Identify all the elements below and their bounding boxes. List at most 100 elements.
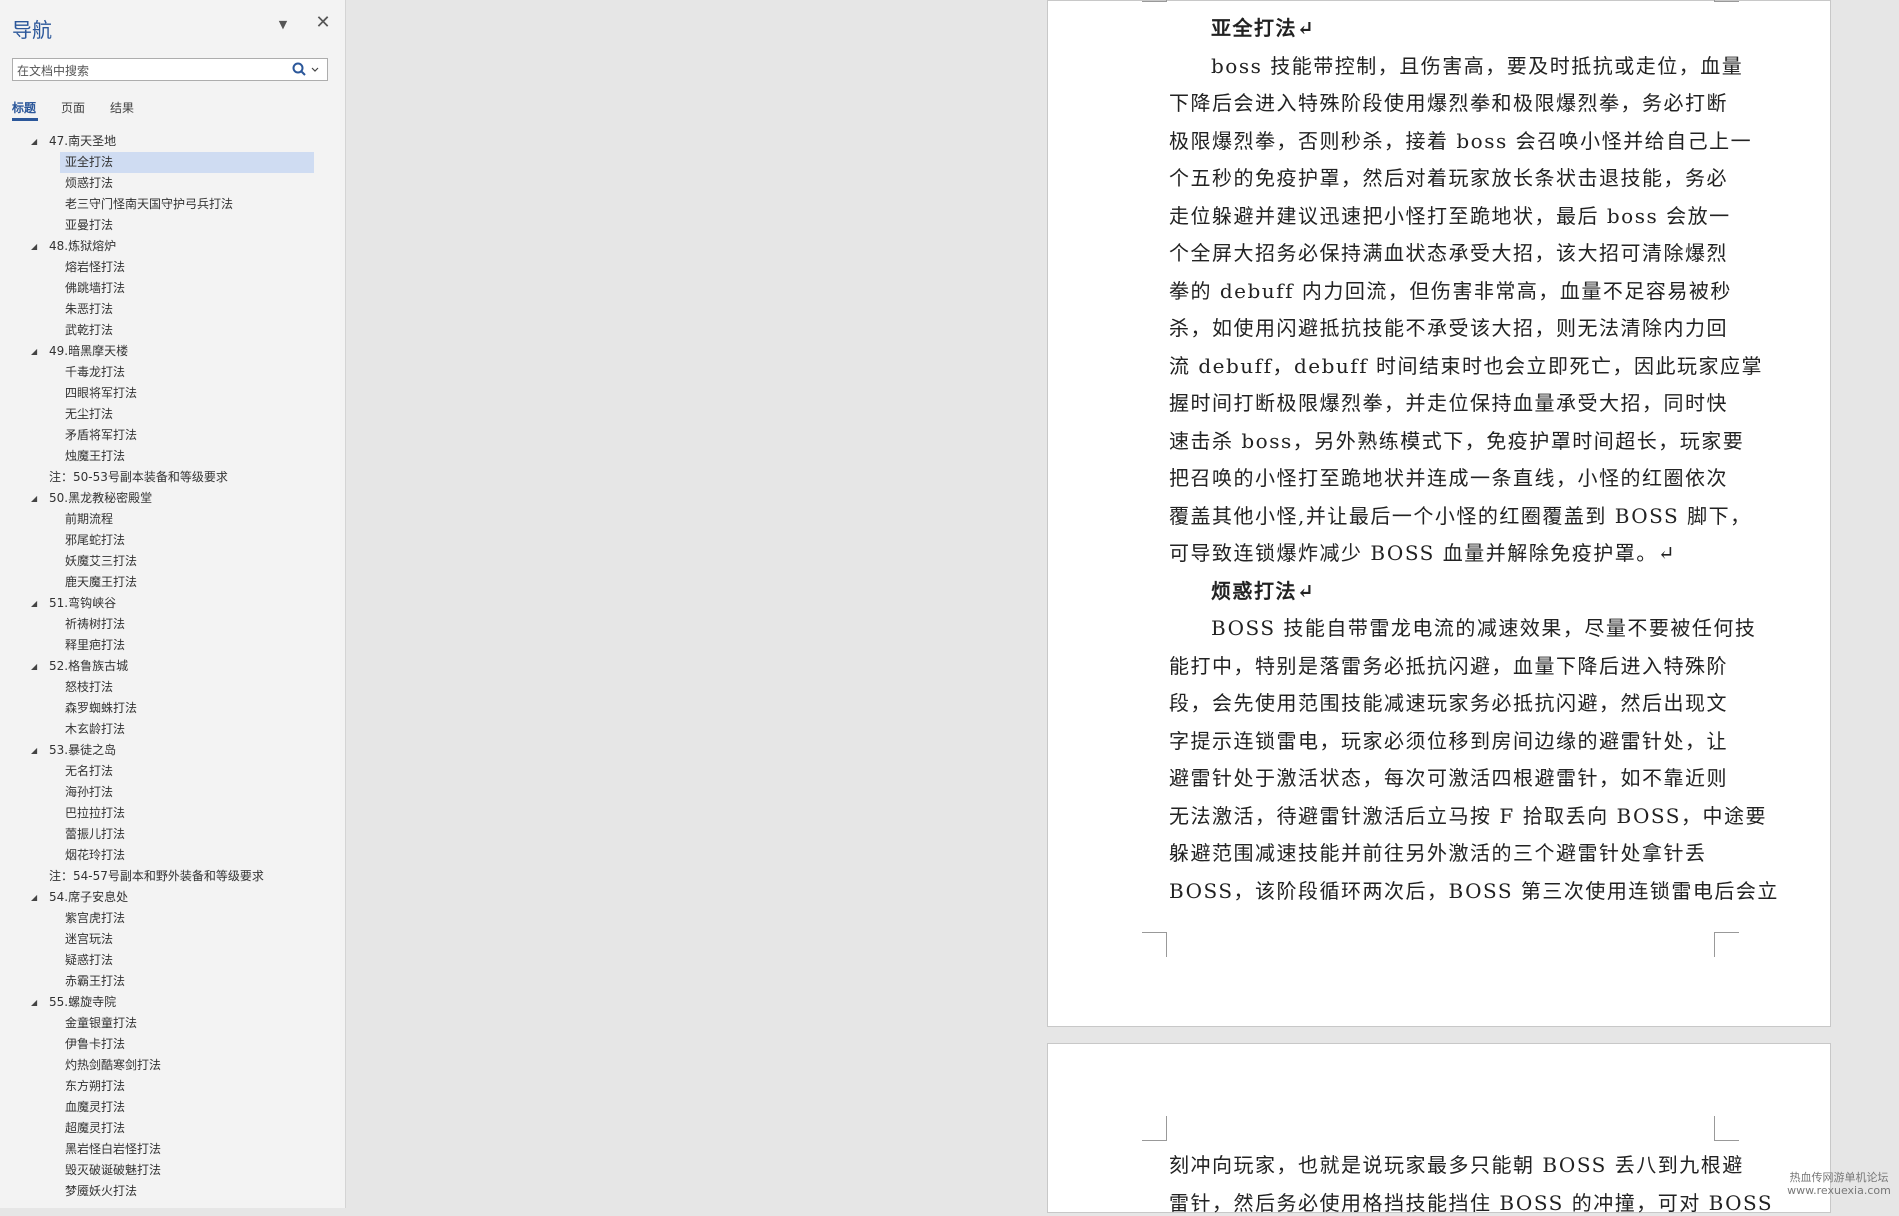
doc-paragraph-line: BOSS 技能自带雷龙电流的减速效果，尽量不要被任何技 xyxy=(1211,616,1757,640)
nav-heading-level2[interactable]: 伊鲁卡打法 xyxy=(60,1034,125,1055)
document-page-2 xyxy=(1047,1043,1831,1213)
nav-heading-level2[interactable]: 血魔灵打法 xyxy=(60,1097,125,1118)
nav-heading-level1[interactable]: 48.炼狱熔炉 xyxy=(48,236,116,257)
doc-paragraph-line: 躲避范围减速技能并前往另外激活的三个避雷针处拿针丢 xyxy=(1169,841,1707,865)
search-icon[interactable] xyxy=(289,61,323,78)
nav-heading-level2[interactable]: 矛盾将军打法 xyxy=(60,425,137,446)
nav-heading-level2[interactable]: 黑岩怪白岩怪打法 xyxy=(60,1139,161,1160)
nav-heading-level2[interactable]: 释里疤打法 xyxy=(60,635,125,656)
doc-paragraph-line: 拳的 debuff 内力回流，但伤害非常高，血量不足容易被秒 xyxy=(1169,278,1732,303)
chevron-down-icon[interactable]: ▼ xyxy=(276,18,290,32)
collapse-triangle-icon[interactable]: ◢ xyxy=(31,740,41,761)
nav-heading-level2[interactable]: 烛魔王打法 xyxy=(60,446,125,467)
doc-heading: 亚全打法↵ xyxy=(1211,16,1316,40)
nav-heading-level2[interactable]: 亚曼打法 xyxy=(60,215,113,236)
collapse-triangle-icon[interactable]: ◢ xyxy=(31,488,41,509)
tab-pages[interactable]: 页面 xyxy=(61,99,85,116)
nav-heading-level2[interactable]: 佛跳墙打法 xyxy=(60,278,125,299)
crop-mark xyxy=(1142,0,1167,2)
nav-heading-level1[interactable]: 52.格鲁族古城 xyxy=(48,656,128,677)
nav-heading-level2[interactable]: 灼热剑酷寒剑打法 xyxy=(60,1055,161,1076)
tab-results[interactable]: 结果 xyxy=(110,99,134,116)
nav-heading-level1[interactable]: 50.黑龙教秘密殿堂 xyxy=(48,488,152,509)
watermark-line2: www.rexuexia.com xyxy=(1787,1184,1891,1197)
crop-mark xyxy=(1142,932,1167,957)
nav-heading-level2[interactable]: 武乾打法 xyxy=(60,320,113,341)
crop-mark xyxy=(1714,1116,1739,1141)
nav-heading-level1[interactable]: 55.螺旋寺院 xyxy=(48,992,116,1013)
doc-paragraph-line: 下降后会进入特殊阶段使用爆烈拳和极限爆烈拳，务必打断 xyxy=(1169,91,1728,115)
nav-heading-level2[interactable]: 木玄龄打法 xyxy=(60,719,125,740)
nav-heading-level2[interactable]: 无名打法 xyxy=(60,761,113,782)
nav-heading-level2[interactable]: 梦魇妖火打法 xyxy=(60,1181,137,1202)
nav-heading-level2[interactable]: 迷宫玩法 xyxy=(60,929,113,950)
nav-heading-level2[interactable]: 亚全打法 xyxy=(60,152,314,173)
nav-heading-level1[interactable]: 49.暗黑摩天楼 xyxy=(48,341,128,362)
collapse-triangle-icon[interactable]: ◢ xyxy=(31,656,41,677)
nav-heading-level1[interactable]: 54.席子安息处 xyxy=(48,887,128,908)
close-icon[interactable]: ✕ xyxy=(315,14,331,32)
doc-paragraph-line: 个五秒的免疫护罩，然后对着玩家放长条状击退技能，务必 xyxy=(1169,166,1728,190)
doc-paragraph-line: 字提示连锁雷电，玩家必须位移到房间边缘的避雷针处，让 xyxy=(1169,728,1728,753)
nav-heading-level2[interactable]: 四眼将军打法 xyxy=(60,383,137,404)
nav-heading-level2[interactable]: 前期流程 xyxy=(60,509,113,530)
nav-heading-level2[interactable]: 祈祷树打法 xyxy=(60,614,125,635)
doc-paragraph-line: 杀，如使用闪避抵抗技能不承受该大招，则无法清除内力回 xyxy=(1169,316,1728,340)
collapse-triangle-icon[interactable]: ◢ xyxy=(31,236,41,257)
nav-heading-level2[interactable]: 鹿天魔王打法 xyxy=(60,572,137,593)
doc-paragraph-line: BOSS，该阶段循环两次后，BOSS 第三次使用连锁雷电后会立 xyxy=(1169,878,1779,903)
doc-paragraph-line: boss 技能带控制，且伤害高，要及时抵抗或走位，血量 xyxy=(1211,53,1744,78)
nav-heading-level1[interactable]: 注：50-53号副本装备和等级要求 xyxy=(48,467,228,488)
nav-heading-level2[interactable]: 紫宫虎打法 xyxy=(60,908,125,929)
nav-heading-level2[interactable]: 毁灭破诞破魅打法 xyxy=(60,1160,161,1181)
nav-heading-level2[interactable]: 海孙打法 xyxy=(60,782,113,803)
doc-paragraph-line: 覆盖其他小怪,并让最后一个小怪的红圈覆盖到 BOSS 脚下， xyxy=(1169,503,1752,528)
crop-mark xyxy=(1714,932,1739,957)
nav-heading-level2[interactable]: 烦惑打法 xyxy=(60,173,113,194)
search-box[interactable]: 在文档中搜索 xyxy=(12,58,328,81)
nav-heading-level2[interactable]: 怒枝打法 xyxy=(60,677,113,698)
doc-paragraph-line: 走位躲避并建议迅速把小怪打至跪地状，最后 boss 会放一 xyxy=(1169,203,1731,228)
search-input[interactable]: 在文档中搜索 xyxy=(17,62,89,79)
navigation-pane: 导航 ▼ ✕ 在文档中搜索 标题 页面 结果 ◢ 47.南天圣地 亚全打法 烦惑打法老… xyxy=(0,0,346,1208)
doc-paragraph-line: 极限爆烈拳，否则秒杀，接着 boss 会召唤小怪并给自己上一 xyxy=(1169,128,1753,153)
nav-heading-level2[interactable]: 超魔灵打法 xyxy=(60,1118,125,1139)
nav-heading-level1[interactable]: 51.弯钩峡谷 xyxy=(48,593,116,614)
doc-paragraph-line: 段，会先使用范围技能减速玩家务必抵抗闪避，然后出现文 xyxy=(1169,691,1728,715)
nav-heading-level1[interactable]: 47.南天圣地 xyxy=(48,131,116,152)
nav-heading-level2[interactable]: 熔岩怪打法 xyxy=(60,257,125,278)
nav-heading-level1[interactable]: 注：54-57号副本和野外装备和等级要求 xyxy=(48,866,264,887)
nav-heading-level2[interactable]: 无尘打法 xyxy=(60,404,113,425)
crop-mark xyxy=(1714,0,1739,2)
nav-heading-level2[interactable]: 朱恶打法 xyxy=(60,299,113,320)
collapse-triangle-icon[interactable]: ◢ xyxy=(31,593,41,614)
nav-heading-level2[interactable]: 巴拉拉打法 xyxy=(60,803,125,824)
doc-paragraph-line: 能打中，特别是落雷务必抵抗闪避，血量下降后进入特殊阶 xyxy=(1169,653,1728,678)
nav-heading-level2[interactable]: 赤霸王打法 xyxy=(60,971,125,992)
nav-heading-level2[interactable]: 金童银童打法 xyxy=(60,1013,137,1034)
collapse-triangle-icon[interactable]: ◢ xyxy=(31,887,41,908)
nav-heading-level2[interactable]: 烟花玲打法 xyxy=(60,845,125,866)
nav-heading-level2[interactable]: 邪尾蛇打法 xyxy=(60,530,125,551)
collapse-triangle-icon[interactable]: ◢ xyxy=(31,341,41,362)
nav-heading-level2[interactable]: 疑惑打法 xyxy=(60,950,113,971)
doc-paragraph-line: 无法激活，待避雷针激活后立马按 F 拾取丢向 BOSS，中途要 xyxy=(1169,803,1767,828)
nav-heading-level2[interactable]: 东方朔打法 xyxy=(60,1076,125,1097)
nav-heading-level2[interactable]: 蕾振儿打法 xyxy=(60,824,125,845)
collapse-triangle-icon[interactable]: ◢ xyxy=(31,131,41,152)
doc-paragraph-line: 流 debuff，debuff 时间结束时也会立即死亡，因此玩家应掌 xyxy=(1169,353,1763,378)
nav-heading-level2[interactable]: 老三守门怪南天国守护弓兵打法 xyxy=(60,194,233,215)
nav-title: 导航 xyxy=(12,18,52,42)
nav-heading-level2[interactable]: 森罗蜘蛛打法 xyxy=(60,698,137,719)
watermark: 热血传网游单机论坛 www.rexuexia.com xyxy=(1780,1171,1898,1197)
crop-mark xyxy=(1142,1116,1167,1141)
nav-heading-level1[interactable]: 53.暴徒之岛 xyxy=(48,740,116,761)
doc-paragraph-line: 个全屏大招务必保持满血状态承受大招，该大招可清除爆烈 xyxy=(1169,241,1728,265)
tab-headings[interactable]: 标题 xyxy=(12,99,36,116)
doc-heading: 烦惑打法↵ xyxy=(1211,578,1316,603)
nav-heading-level2[interactable]: 千毒龙打法 xyxy=(60,362,125,383)
collapse-triangle-icon[interactable]: ◢ xyxy=(31,992,41,1013)
watermark-line1: 热血传网游单机论坛 xyxy=(1789,1171,1889,1184)
doc-paragraph-line: 可导致连锁爆炸减少 BOSS 血量并解除免疫护罩。↵ xyxy=(1169,541,1676,565)
nav-heading-level2[interactable]: 妖魔艾三打法 xyxy=(60,551,137,572)
